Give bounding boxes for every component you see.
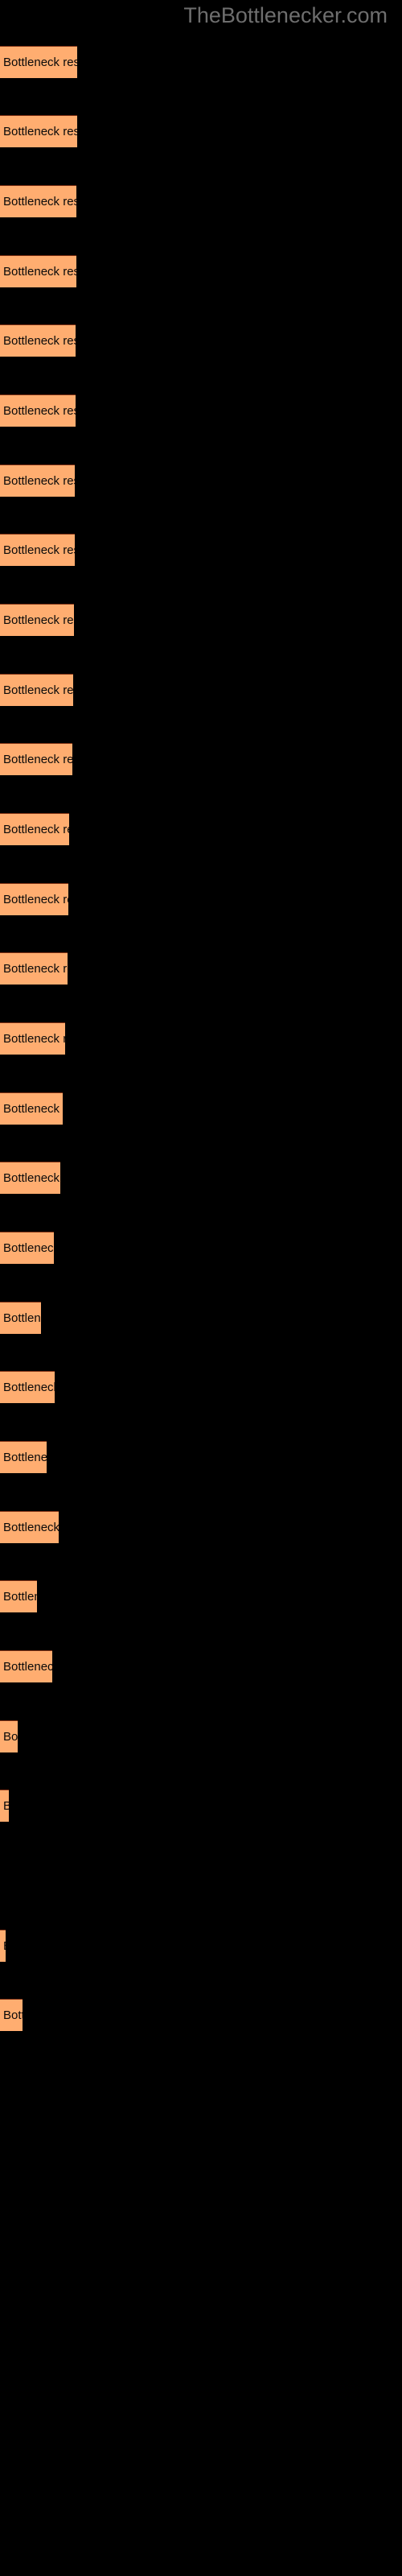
bar-5[interactable]: Bottleneck result (0, 324, 76, 357)
bar-row: Bottleneck result (0, 1371, 402, 1403)
bar-row: Bottleneck result (0, 255, 402, 287)
bar-1[interactable]: Bottleneck result (0, 46, 77, 78)
bar-label: Bottleneck result (3, 1032, 65, 1046)
bar-row: Bottleneck result (0, 952, 402, 985)
bar-row: Bottleneck result (0, 1860, 402, 1892)
bar-row: Bottleneck result (0, 1511, 402, 1543)
bar-17[interactable]: Bottleneck result (0, 1162, 60, 1194)
bar-4[interactable]: Bottleneck result (0, 255, 76, 287)
bar-12[interactable]: Bottleneck result (0, 813, 69, 845)
bar-row: Bottleneck result (0, 674, 402, 706)
bar-row: Bottleneck result (0, 394, 402, 427)
bar-label: Bottleneck result (3, 543, 75, 557)
bar-label: Bottleneck result (3, 1171, 60, 1185)
bar-label: Bottleneck result (3, 683, 73, 697)
bar-label: Bottleneck result (3, 265, 76, 279)
bar-26[interactable]: Bottleneck result (0, 1790, 9, 1822)
bar-22[interactable]: Bottleneck result (0, 1511, 59, 1543)
bar-row: Bottleneck result (0, 46, 402, 78)
bar-21[interactable]: Bottleneck result (0, 1441, 47, 1473)
bar-9[interactable]: Bottleneck result (0, 604, 74, 636)
bar-label: Bottleneck result (3, 404, 76, 418)
bar-row: Bottleneck result (0, 185, 402, 217)
bar-label: Bottleneck result (3, 334, 76, 348)
bar-6[interactable]: Bottleneck result (0, 394, 76, 427)
bar-15[interactable]: Bottleneck result (0, 1022, 65, 1055)
bar-row: Bottleneck result (0, 883, 402, 915)
bar-label: Bottleneck result (3, 962, 68, 976)
bar-23[interactable]: Bottleneck result (0, 1580, 37, 1612)
site-watermark: TheBottlenecker.com (183, 3, 388, 27)
bar-row: Bottleneck result (0, 1441, 402, 1473)
bar-label: Bottleneck result (3, 1590, 37, 1604)
bar-label: Bottleneck result (3, 1451, 47, 1464)
bar-row: Bottleneck result (0, 1302, 402, 1334)
bar-19[interactable]: Bottleneck result (0, 1302, 41, 1334)
bar-3[interactable]: Bottleneck result (0, 185, 76, 217)
bar-row: Bottleneck result (0, 464, 402, 497)
bar-label: Bottleneck result (3, 2008, 23, 2022)
bar-8[interactable]: Bottleneck result (0, 534, 75, 566)
bar-25[interactable]: Bottleneck result (0, 1720, 18, 1752)
bar-label: Bottleneck result (3, 1930, 6, 1962)
bar-row: Bottleneck result (0, 1022, 402, 1055)
bar-16[interactable]: Bottleneck result (0, 1092, 63, 1125)
bar-24[interactable]: Bottleneck result (0, 1650, 52, 1682)
bar-13[interactable]: Bottleneck result (0, 883, 68, 915)
bar-label: Bottleneck result (3, 1311, 41, 1325)
bar-label: Bottleneck result (3, 823, 69, 836)
bar-row: Bottleneck result (0, 1580, 402, 1612)
bar-row: Bottleneck result (0, 1999, 402, 2031)
bar-row: Bottleneck result (0, 1162, 402, 1194)
bar-20[interactable]: Bottleneck result (0, 1371, 55, 1403)
bar-label: Bottleneck result (3, 56, 77, 69)
bar-label: Bottleneck result (3, 1521, 59, 1534)
bar-row: Bottleneck result (0, 115, 402, 147)
bar-14[interactable]: Bottleneck result (0, 952, 68, 985)
bar-row: Bottleneck result (0, 534, 402, 566)
bar-row: Bottleneck result (0, 1790, 402, 1822)
bar-label: Bottleneck result (3, 1660, 52, 1674)
bar-label: Bottleneck result (3, 1241, 54, 1255)
bar-row: Bottleneck result (0, 1930, 402, 1962)
bar-label: Bottleneck result (3, 474, 75, 488)
bar-row: Bottleneck result (0, 604, 402, 636)
bar-18[interactable]: Bottleneck result (0, 1232, 54, 1264)
bar-label: Bottleneck result (3, 1730, 18, 1744)
bar-label: Bottleneck result (3, 125, 77, 138)
bar-7[interactable]: Bottleneck result (0, 464, 75, 497)
bar-row: Bottleneck result (0, 1650, 402, 1682)
bar-label: Bottleneck result (3, 1102, 63, 1116)
bar-label: Bottleneck result (3, 195, 76, 208)
bar-row: Bottleneck result (0, 1720, 402, 1752)
bar-10[interactable]: Bottleneck result (0, 674, 73, 706)
bar-29[interactable]: Bottleneck result (0, 1999, 23, 2031)
bar-label: Bottleneck result (3, 1381, 55, 1394)
bar-row: Bottleneck result (0, 1092, 402, 1125)
bar-row: Bottleneck result (0, 324, 402, 357)
bar-row: Bottleneck result (0, 813, 402, 845)
bar-label: Bottleneck result (3, 893, 68, 906)
bar-chart-canvas: TheBottlenecker.com Bottleneck result Bot… (0, 0, 402, 2576)
bar-label: Bottleneck result (3, 613, 74, 627)
bar-28[interactable]: Bottleneck result (0, 1930, 6, 1962)
bar-row: Bottleneck result (0, 1232, 402, 1264)
bar-label: Bottleneck result (3, 1790, 9, 1822)
bar-2[interactable]: Bottleneck result (0, 115, 77, 147)
bar-11[interactable]: Bottleneck result (0, 743, 72, 775)
bar-row: Bottleneck result (0, 743, 402, 775)
bar-label: Bottleneck result (3, 753, 72, 766)
